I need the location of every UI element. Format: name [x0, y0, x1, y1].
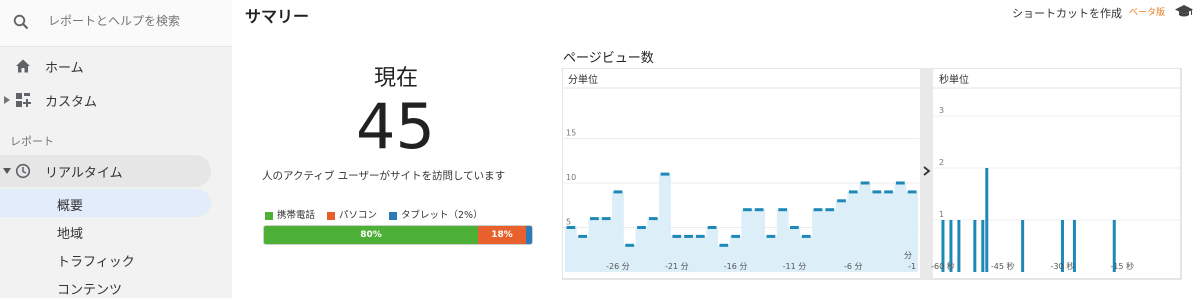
- x-tick-label: -15 秒: [1110, 261, 1134, 271]
- y-tick-label: 1: [939, 210, 944, 219]
- sidebar-item-label: ホーム: [45, 61, 84, 76]
- sidebar-subitem-content[interactable]: コンテンツ: [0, 273, 211, 301]
- sidebar-subitem-label: トラフィック: [57, 255, 135, 270]
- x-tick-label: -1: [908, 262, 916, 271]
- search-icon: [13, 14, 29, 30]
- legend-label: パソコン: [339, 210, 378, 221]
- minute-panel-title: 分単位: [568, 73, 598, 86]
- second-bar: [973, 220, 977, 272]
- sidebar-subitem-locations[interactable]: 地域: [0, 217, 211, 245]
- x-tick-label: -16 分: [724, 262, 748, 271]
- pageviews-chart: 分単位 秒単位 51015 -26 分 -21 分 -16 分 -11 分 -6 分 -1…: [562, 68, 1182, 280]
- caret-right-icon: [4, 96, 10, 104]
- second-bar: [957, 220, 961, 272]
- legend-item-desktop: パソコン: [327, 207, 377, 221]
- second-bar: [1021, 220, 1025, 272]
- y-tick-label: 15: [566, 129, 576, 138]
- x-tick-label: -11 分: [783, 262, 807, 271]
- legend-swatch: [389, 211, 397, 220]
- sidebar-item-custom[interactable]: カスタム: [0, 84, 232, 116]
- legend-label: タブレット（2%）: [401, 210, 483, 221]
- sidebar-item-realtime[interactable]: リアルタイム: [0, 155, 211, 187]
- x-tick-label: -26 分: [606, 262, 630, 271]
- sidebar-subitem-traffic[interactable]: トラフィック: [0, 245, 211, 273]
- device-segment-mobile: 80%: [264, 226, 478, 244]
- second-bar: [985, 168, 989, 272]
- sidebar-item-label: カスタム: [45, 95, 98, 110]
- device-segment-tablet: [526, 226, 532, 244]
- y-tick-label: 5: [566, 218, 571, 227]
- now-label: 現在: [374, 66, 419, 91]
- sidebar-item-home[interactable]: ホーム: [0, 50, 232, 82]
- sidebar-item-label: リアルタイム: [45, 166, 123, 181]
- y-tick-label: 2: [939, 158, 944, 167]
- sidebar-subitem-overview[interactable]: 概要: [0, 189, 211, 217]
- legend-swatch: [327, 211, 335, 220]
- caret-down-icon: [3, 168, 11, 174]
- sidebar-subitem-label: 地域: [57, 227, 84, 242]
- beta-badge: ベータ版: [1129, 8, 1166, 18]
- second-bar: [981, 220, 985, 272]
- sidebar-subitem-label: コンテンツ: [57, 283, 123, 298]
- pageviews-title: ページビュー数: [563, 51, 654, 66]
- second-panel-title: 秒単位: [939, 73, 969, 86]
- graduation-cap-icon[interactable]: [1174, 3, 1194, 19]
- page-title: サマリー: [245, 7, 310, 26]
- clock-icon: [15, 163, 31, 179]
- active-users-description: 人のアクティブ ユーザーがサイトを訪問しています: [262, 170, 506, 182]
- legend-item-mobile: 携帯電話: [265, 207, 315, 221]
- search-bar[interactable]: レポートとヘルプを検索: [0, 0, 232, 47]
- create-shortcut-link[interactable]: ショートカットを作成: [1012, 5, 1122, 21]
- x-tick-label: -60 秒: [931, 261, 955, 271]
- active-users-count: 45: [356, 90, 435, 163]
- legend-item-tablet: タブレット（2%）: [389, 207, 483, 221]
- y-tick-label: 3: [939, 106, 944, 115]
- sidebar: レポートとヘルプを検索 ホーム カスタム レポート リアルタイム 概要 地域 ト…: [0, 0, 232, 298]
- sidebar-subitem-label: 概要: [57, 199, 84, 214]
- x-tick-label: -6 分: [844, 262, 863, 271]
- x-tick-label: -45 秒: [991, 261, 1015, 271]
- home-icon: [16, 59, 30, 73]
- dashboard-icon: [16, 93, 31, 107]
- device-segment-desktop: 18%: [478, 226, 526, 244]
- section-label-reports: レポート: [10, 135, 54, 148]
- search-input[interactable]: レポートとヘルプを検索: [48, 12, 180, 29]
- x-axis-unit: 分: [904, 251, 912, 260]
- legend-swatch: [265, 211, 273, 220]
- x-tick-label: -30 秒: [1051, 261, 1075, 271]
- legend-label: 携帯電話: [277, 210, 316, 221]
- y-tick-label: 10: [566, 173, 576, 182]
- x-tick-label: -21 分: [665, 262, 689, 271]
- device-share-bar: 80% 18%: [263, 225, 533, 245]
